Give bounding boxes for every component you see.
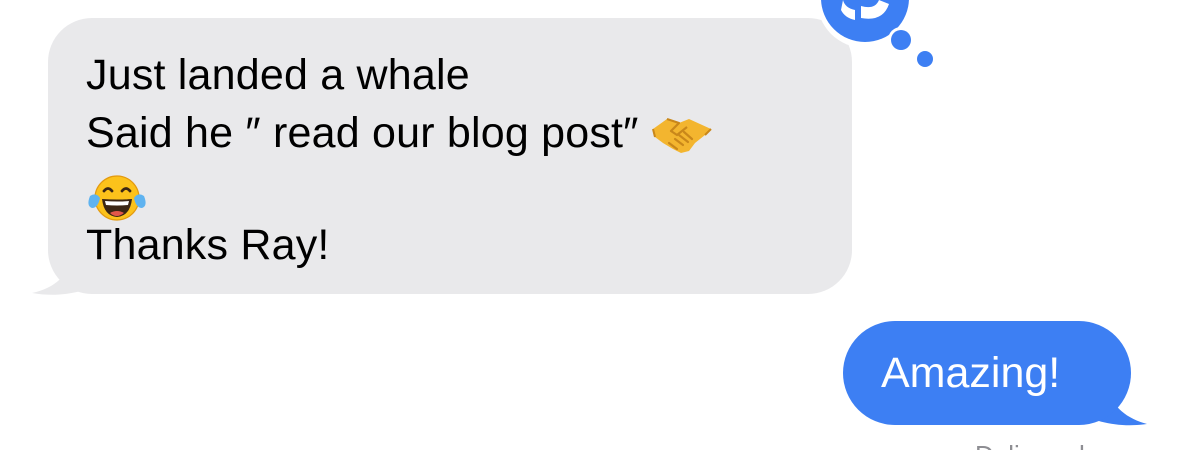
message-line-1: Just landed a whale xyxy=(86,51,470,99)
outgoing-message-bubble[interactable]: Amazing! xyxy=(843,321,1131,425)
messages-thread: Just landed a whale Said he ″ read our b… xyxy=(0,0,1179,450)
message-line-2-text: Said he ″ read our blog post″ xyxy=(86,109,639,157)
outgoing-message-text: Amazing! xyxy=(881,349,1061,397)
delivery-status: Delivered xyxy=(975,440,1085,450)
incoming-message-bubble[interactable]: Just landed a whale Said he ″ read our b… xyxy=(48,18,852,294)
message-line-2: Said he ″ read our blog post″ xyxy=(86,104,814,162)
handshake-emoji-icon xyxy=(651,117,712,153)
emphasis-reaction-icon[interactable] xyxy=(805,0,945,70)
message-line-4: Thanks Ray! xyxy=(86,221,330,269)
message-line-3 xyxy=(86,162,814,221)
